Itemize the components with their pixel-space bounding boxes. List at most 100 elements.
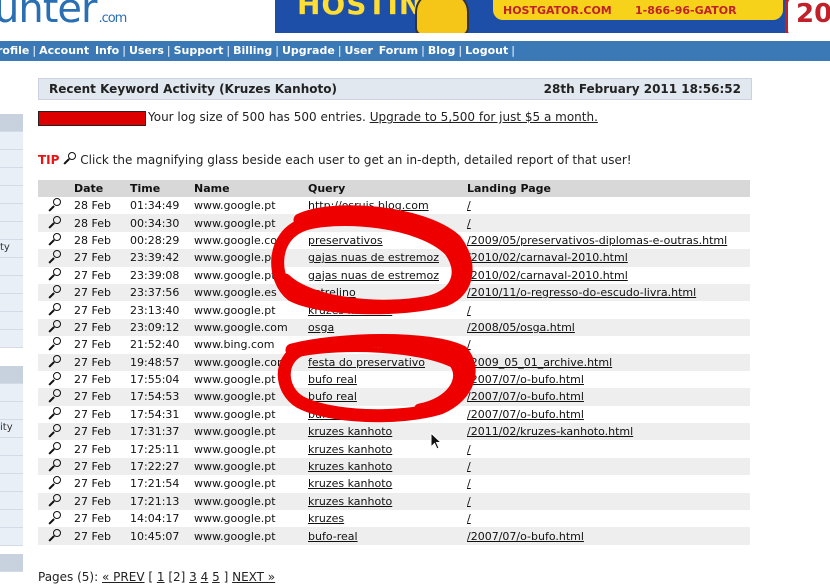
query-link[interactable]: blog kruzes kanhoto <box>308 338 420 351</box>
sidebar-item[interactable]: ty <box>0 240 23 258</box>
sidebar-item[interactable] <box>0 222 23 240</box>
landing-page-link[interactable]: / <box>467 495 471 508</box>
page-link[interactable]: 4 <box>201 570 209 584</box>
ad-banner[interactable]: HOSTING HOSTGATOR.COM 1-866-96-GATOR 20 <box>275 0 830 33</box>
page-link[interactable]: 5 <box>212 570 220 584</box>
query-link[interactable]: bufo-real <box>308 530 358 543</box>
landing-page-link[interactable]: / <box>467 338 471 351</box>
nav-link[interactable]: Upgrade <box>282 44 335 57</box>
query-link[interactable]: festa do preservativo <box>308 356 425 369</box>
query-link[interactable]: kruzes kanhoto <box>308 495 392 508</box>
landing-page-link[interactable]: /2007/07/o-bufo.html <box>467 390 584 403</box>
query-link[interactable]: kruzes kanhoto <box>308 425 392 438</box>
nav-link[interactable]: Billing <box>233 44 272 57</box>
query-link[interactable]: kruzes kanhoto <box>308 443 392 456</box>
magnifier-icon[interactable] <box>48 511 61 525</box>
landing-page-link[interactable]: / <box>467 304 471 317</box>
prev-page-link[interactable]: « PREV <box>102 570 145 584</box>
cell-time: 10:45:07 <box>128 527 192 545</box>
query-link[interactable]: bufo real <box>308 390 357 403</box>
magnifier-icon[interactable] <box>48 232 61 247</box>
sidebar-item[interactable] <box>0 276 23 294</box>
site-logo[interactable]: unter .com <box>0 0 127 32</box>
sidebar-item[interactable] <box>0 492 23 510</box>
landing-page-link[interactable]: /2010/11/o-regresso-do-escudo-livra.html <box>467 286 696 299</box>
landing-page-link[interactable]: / <box>467 512 471 525</box>
landing-page-link[interactable]: /2009/05/preservativos-diplomas-e-outras… <box>467 234 727 247</box>
magnifier-icon[interactable] <box>48 441 61 456</box>
sidebar-item[interactable] <box>0 150 23 168</box>
sidebar-item[interactable] <box>0 168 23 186</box>
magnifier-icon[interactable] <box>48 267 61 282</box>
query-link[interactable]: gajas nuas de estremoz <box>308 251 439 264</box>
sidebar-item[interactable] <box>0 456 23 474</box>
sidebar-item[interactable] <box>0 132 23 150</box>
magnifier-icon[interactable] <box>48 493 61 508</box>
magnifier-icon[interactable] <box>48 354 61 369</box>
page-link[interactable]: 3 <box>189 570 197 584</box>
sidebar-item[interactable] <box>0 330 23 348</box>
nav-link[interactable]: Users <box>129 44 164 57</box>
sidebar-item[interactable] <box>0 528 23 546</box>
landing-page-link[interactable]: / <box>467 443 471 456</box>
magnifier-icon[interactable] <box>48 372 61 386</box>
magnifier-icon[interactable] <box>48 285 61 299</box>
sidebar-item[interactable] <box>0 204 23 222</box>
query-link[interactable]: osga <box>308 321 334 334</box>
magnifier-icon[interactable] <box>48 476 61 490</box>
query-link[interactable]: estrelino <box>308 286 356 299</box>
nav-link[interactable]: Account Info <box>39 44 119 57</box>
landing-page-link[interactable]: / <box>467 217 471 230</box>
magnifier-icon[interactable] <box>48 250 61 264</box>
next-page-link[interactable]: NEXT » <box>232 570 275 584</box>
magnifier-icon[interactable] <box>48 406 61 421</box>
landing-page-link[interactable]: /2009_05_01_archive.html <box>467 356 612 369</box>
landing-page-link[interactable]: /2008/05/osga.html <box>467 321 575 334</box>
landing-page-link[interactable]: / <box>467 199 471 212</box>
sidebar-item[interactable] <box>0 438 23 456</box>
magnifier-icon[interactable] <box>48 198 61 212</box>
nav-link[interactable]: rofile <box>0 44 29 57</box>
sidebar-item[interactable] <box>0 474 23 492</box>
nav-link[interactable]: User Forum <box>345 44 419 57</box>
landing-page-link[interactable]: /2010/02/carnaval-2010.html <box>467 251 628 264</box>
landing-page-link[interactable]: / <box>467 477 471 490</box>
landing-page-link[interactable]: /2007/07/o-bufo.html <box>467 408 584 421</box>
magnifier-icon[interactable] <box>48 389 61 403</box>
query-link[interactable]: preservativos <box>308 234 383 247</box>
magnifier-icon[interactable] <box>48 302 61 317</box>
nav-link[interactable]: Support <box>174 44 224 57</box>
query-link[interactable]: kruzes kanhoto <box>308 460 392 473</box>
query-link[interactable]: bufo real <box>308 408 357 421</box>
query-link[interactable]: bufo real <box>308 373 357 386</box>
sidebar-item[interactable] <box>0 312 23 330</box>
sidebar-item[interactable] <box>0 186 23 204</box>
page-link[interactable]: 1 <box>157 570 165 584</box>
query-link[interactable]: kruzes <box>308 512 344 525</box>
query-link[interactable]: kruzes kanhoto <box>308 304 392 317</box>
query-link[interactable]: http://osruis.blog.com <box>308 199 429 212</box>
sidebar-item[interactable] <box>0 294 23 312</box>
query-link[interactable]: kruzes kanhoto <box>308 477 392 490</box>
panel-title-bar: Recent Keyword Activity (Kruzes Kanhoto)… <box>38 78 752 100</box>
landing-page-link[interactable]: /2007/07/o-bufo.html <box>467 373 584 386</box>
magnifier-icon[interactable] <box>48 459 61 473</box>
magnifier-icon[interactable] <box>48 319 61 334</box>
nav-link[interactable]: Logout <box>465 44 508 57</box>
landing-page-link[interactable]: /2007/07/o-bufo.html <box>467 530 584 543</box>
magnifier-icon[interactable] <box>48 528 61 543</box>
magnifier-icon[interactable] <box>48 337 61 351</box>
landing-page-link[interactable]: /2010/02/carnaval-2010.html <box>467 269 628 282</box>
sidebar-item[interactable] <box>0 510 23 528</box>
landing-page-link[interactable]: / <box>467 460 471 473</box>
magnifier-icon[interactable] <box>48 215 61 230</box>
sidebar-item[interactable]: ity <box>0 420 23 438</box>
upgrade-link[interactable]: Upgrade to 5,500 for just $5 a month. <box>370 110 598 124</box>
query-link[interactable]: gajas nuas de estremoz <box>308 269 439 282</box>
magnifier-icon[interactable] <box>48 424 61 438</box>
nav-link[interactable]: Blog <box>428 44 456 57</box>
sidebar-item[interactable] <box>0 258 23 276</box>
landing-page-link[interactable]: /2011/02/kruzes-kanhoto.html <box>467 425 633 438</box>
sidebar-item[interactable] <box>0 402 23 420</box>
sidebar-item[interactable] <box>0 384 23 402</box>
